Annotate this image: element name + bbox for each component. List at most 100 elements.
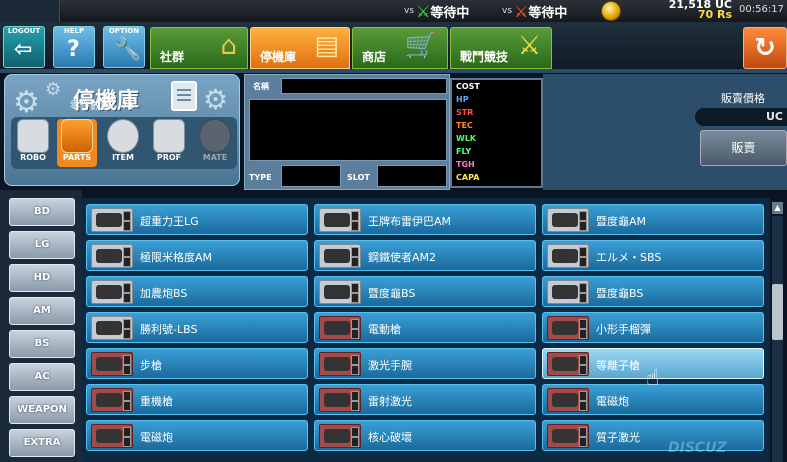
tab-label: MATE bbox=[202, 153, 228, 162]
sale-price-label: 販賣價格 bbox=[721, 92, 765, 105]
tab-prof[interactable]: PROF bbox=[149, 119, 189, 167]
part-item[interactable]: 步槍 bbox=[86, 348, 308, 379]
category-tabs: ROBO PARTS ITEM PROF MATE bbox=[11, 117, 237, 169]
part-item[interactable]: 重機槍 bbox=[86, 384, 308, 415]
part-thumbnail-icon bbox=[319, 352, 361, 376]
logout-label: LOGOUT bbox=[7, 27, 41, 35]
gear-icon: ⚙ bbox=[13, 85, 40, 120]
part-item[interactable]: 勝利號-LBS bbox=[86, 312, 308, 343]
part-shape-icon bbox=[96, 357, 122, 371]
part-name: 質子激光 bbox=[596, 431, 640, 444]
part-item[interactable]: 質子激光 bbox=[542, 420, 764, 451]
tab-label: ROBO bbox=[20, 153, 46, 162]
scroll-thumb[interactable] bbox=[772, 284, 783, 340]
description-box bbox=[249, 99, 447, 161]
divider bbox=[0, 69, 787, 73]
tab-item[interactable]: ITEM bbox=[103, 119, 143, 167]
tab-parts[interactable]: PARTS bbox=[57, 119, 97, 167]
mate-icon bbox=[199, 119, 231, 153]
part-shape-icon bbox=[324, 357, 350, 371]
stat-tec: TEC bbox=[456, 121, 473, 130]
part-name: 極限米格度AM bbox=[140, 251, 213, 264]
part-item[interactable]: 電動槍 bbox=[314, 312, 536, 343]
part-tag-icon bbox=[579, 355, 587, 365]
scroll-up-arrow[interactable]: ▲ bbox=[772, 202, 783, 214]
part-name: 暨度龜AM bbox=[596, 215, 647, 228]
part-shape-icon bbox=[552, 249, 578, 263]
part-tag-icon bbox=[351, 329, 359, 339]
return-button[interactable]: ↻ bbox=[743, 27, 787, 69]
part-thumbnail-icon bbox=[547, 244, 589, 268]
part-shape-icon bbox=[552, 429, 578, 443]
part-item[interactable]: 暨度龜AM bbox=[542, 204, 764, 235]
part-tag-icon bbox=[123, 247, 131, 257]
nav-am[interactable]: AM bbox=[9, 297, 75, 325]
part-shape-icon bbox=[552, 213, 578, 227]
help-button[interactable]: HELP ? bbox=[53, 26, 95, 68]
part-item[interactable]: 暨度龜BS bbox=[542, 276, 764, 307]
slot-label: SLOT bbox=[347, 173, 370, 182]
part-name: 電動槍 bbox=[368, 323, 401, 336]
part-tag-icon bbox=[351, 293, 359, 303]
part-name: 勝利號-LBS bbox=[140, 323, 198, 336]
part-item[interactable]: 雷射激光 bbox=[314, 384, 536, 415]
nav-bd[interactable]: BD bbox=[9, 198, 75, 226]
part-tag-icon bbox=[351, 355, 359, 365]
part-item[interactable]: 核心破壞 bbox=[314, 420, 536, 451]
part-item[interactable]: 加農炮BS bbox=[86, 276, 308, 307]
question-icon: ? bbox=[67, 37, 80, 62]
status-text: 等待中 bbox=[430, 5, 470, 21]
part-name: 超重力王LG bbox=[140, 215, 199, 228]
part-item[interactable]: 激光手腕 bbox=[314, 348, 536, 379]
part-thumbnail-icon bbox=[91, 424, 133, 448]
nav-hd[interactable]: HD bbox=[9, 264, 75, 292]
part-thumbnail-icon bbox=[319, 244, 361, 268]
tab-shop[interactable]: 商店 🛒 bbox=[352, 27, 448, 69]
tab-robo[interactable]: ROBO bbox=[13, 119, 53, 167]
tab-hangar[interactable]: 停機庫 ▤ bbox=[250, 27, 350, 69]
part-item[interactable]: 電磁炮 bbox=[86, 420, 308, 451]
status-text: 等待中 bbox=[528, 5, 568, 21]
document-icon: ▤ bbox=[314, 31, 339, 61]
part-tag-icon bbox=[579, 283, 587, 293]
part-item[interactable]: 暨度龜BS bbox=[314, 276, 536, 307]
part-name: エルメ・SBS bbox=[596, 251, 662, 264]
part-thumbnail-icon bbox=[91, 316, 133, 340]
sell-button[interactable]: 販賣 bbox=[700, 130, 787, 166]
part-item[interactable]: 小形手榴彈 bbox=[542, 312, 764, 343]
part-name: 王牌布雷伊巴AM bbox=[368, 215, 452, 228]
item-icon bbox=[107, 119, 139, 153]
nav-weapon[interactable]: WEAPON bbox=[9, 396, 75, 424]
part-thumbnail-icon bbox=[319, 280, 361, 304]
tab-battle-arena[interactable]: 戰鬥競技 ⚔ bbox=[450, 27, 552, 69]
part-tag-icon bbox=[351, 319, 359, 329]
tab-community[interactable]: 社群 ⌂ bbox=[150, 27, 248, 69]
nav-bs[interactable]: BS bbox=[9, 330, 75, 358]
part-item[interactable]: 王牌布雷伊巴AM bbox=[314, 204, 536, 235]
watermark: DISCUZ bbox=[668, 440, 727, 456]
option-button[interactable]: OPTION 🔧 bbox=[103, 26, 145, 68]
stat-fly: FLY bbox=[456, 147, 472, 156]
part-shape-icon bbox=[324, 213, 350, 227]
stat-tgh: TGH bbox=[456, 160, 475, 169]
nav-extra[interactable]: EXTRA bbox=[9, 429, 75, 457]
part-thumbnail-icon bbox=[91, 208, 133, 232]
parts-count-label: 零件數量 bbox=[70, 101, 110, 112]
tab-label: PARTS bbox=[62, 153, 92, 162]
part-item[interactable]: 超重力王LG bbox=[86, 204, 308, 235]
part-name: 暨度龜BS bbox=[368, 287, 416, 300]
part-tag-icon bbox=[579, 211, 587, 221]
logout-button[interactable]: LOGOUT ⇦ bbox=[3, 26, 45, 68]
nav-lg[interactable]: LG bbox=[9, 231, 75, 259]
sword-icon: ⚔ bbox=[514, 1, 529, 21]
scrollbar[interactable]: ▲ bbox=[770, 200, 785, 462]
part-item[interactable]: 極限米格度AM bbox=[86, 240, 308, 271]
part-item[interactable]: エルメ・SBS bbox=[542, 240, 764, 271]
part-thumbnail-icon bbox=[319, 208, 361, 232]
nav-ac[interactable]: AC bbox=[9, 363, 75, 391]
part-item[interactable]: 鋼鐵使者AM2 bbox=[314, 240, 536, 271]
part-tag-icon bbox=[123, 355, 131, 365]
part-name: 步槍 bbox=[140, 359, 162, 372]
part-thumbnail-icon bbox=[319, 424, 361, 448]
part-tag-icon bbox=[123, 437, 131, 447]
